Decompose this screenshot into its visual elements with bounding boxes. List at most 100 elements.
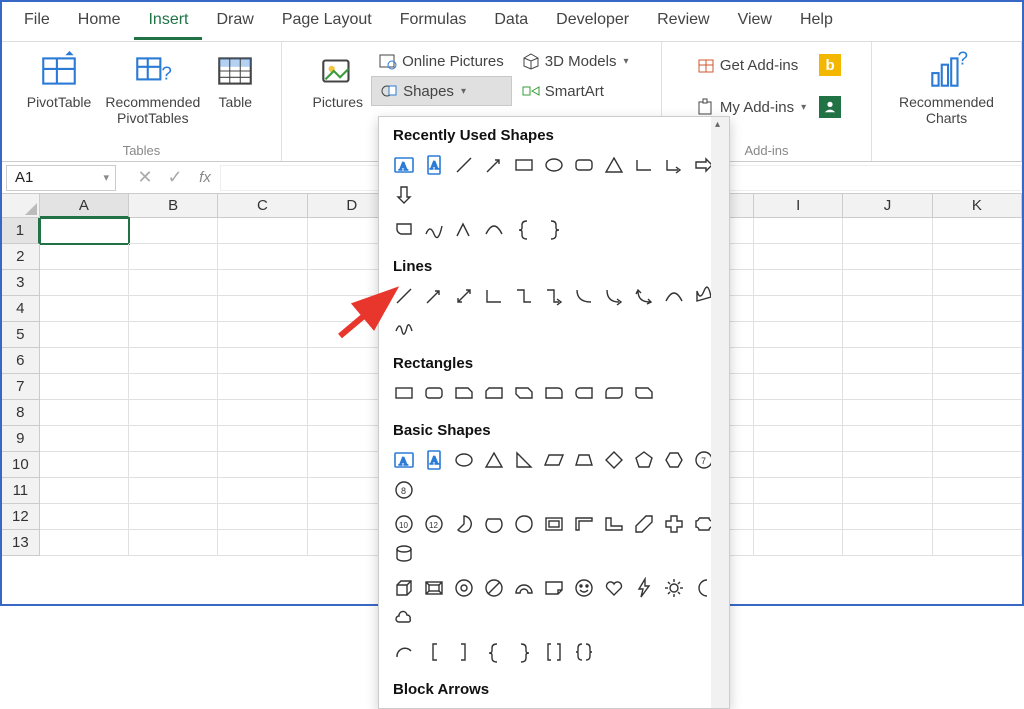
tab-data[interactable]: Data bbox=[480, 3, 542, 40]
cube-shape-icon[interactable] bbox=[391, 575, 417, 601]
curved-arrow-icon[interactable] bbox=[601, 283, 627, 309]
cell-K5[interactable] bbox=[933, 322, 1022, 348]
cell-B1[interactable] bbox=[129, 218, 218, 244]
cell-B10[interactable] bbox=[129, 452, 218, 478]
heart-icon[interactable] bbox=[601, 575, 627, 601]
3d-models-button[interactable]: 3D Models▾ bbox=[514, 46, 637, 76]
cell-B13[interactable] bbox=[129, 530, 218, 556]
donut-icon[interactable] bbox=[451, 575, 477, 601]
row-header-2[interactable]: 2 bbox=[2, 244, 40, 270]
cell-K3[interactable] bbox=[933, 270, 1022, 296]
can-icon[interactable] bbox=[391, 541, 417, 567]
line-arrow-icon[interactable] bbox=[421, 283, 447, 309]
pentagon-icon[interactable] bbox=[631, 447, 657, 473]
flowchart-rect-icon[interactable] bbox=[391, 216, 417, 242]
cell-K11[interactable] bbox=[933, 478, 1022, 504]
tab-review[interactable]: Review bbox=[643, 3, 723, 40]
row-header-4[interactable]: 4 bbox=[2, 296, 40, 322]
scribble-icon[interactable] bbox=[421, 216, 447, 242]
cell-J13[interactable] bbox=[843, 530, 932, 556]
row-header-7[interactable]: 7 bbox=[2, 374, 40, 400]
curve-icon[interactable] bbox=[481, 216, 507, 242]
cell-J6[interactable] bbox=[843, 348, 932, 374]
cell-J2[interactable] bbox=[843, 244, 932, 270]
cell-I2[interactable] bbox=[754, 244, 843, 270]
cell-C1[interactable] bbox=[218, 218, 307, 244]
rect-round1-icon[interactable] bbox=[541, 380, 567, 406]
cell-B4[interactable] bbox=[129, 296, 218, 322]
cell-I7[interactable] bbox=[754, 374, 843, 400]
cell-A4[interactable] bbox=[40, 296, 129, 322]
triangle-icon[interactable] bbox=[601, 152, 627, 178]
smiley-icon[interactable] bbox=[571, 575, 597, 601]
pie-icon[interactable] bbox=[451, 511, 477, 537]
cell-K9[interactable] bbox=[933, 426, 1022, 452]
cell-A5[interactable] bbox=[40, 322, 129, 348]
dodecagon-icon[interactable]: 12 bbox=[421, 511, 447, 537]
cell-K1[interactable] bbox=[933, 218, 1022, 244]
cell-K2[interactable] bbox=[933, 244, 1022, 270]
left-brace-icon[interactable] bbox=[511, 216, 537, 242]
rect-1-icon[interactable] bbox=[391, 380, 417, 406]
cell-I3[interactable] bbox=[754, 270, 843, 296]
name-box[interactable]: A1 bbox=[6, 165, 116, 191]
tab-view[interactable]: View bbox=[724, 3, 786, 40]
panel-scrollbar[interactable] bbox=[711, 117, 729, 708]
cell-K12[interactable] bbox=[933, 504, 1022, 530]
cell-J10[interactable] bbox=[843, 452, 932, 478]
elbow-connector-icon[interactable] bbox=[631, 152, 657, 178]
col-header-b[interactable]: B bbox=[129, 194, 218, 218]
tab-draw[interactable]: Draw bbox=[202, 3, 267, 40]
cell-J4[interactable] bbox=[843, 296, 932, 322]
rect-snip2-icon[interactable] bbox=[481, 380, 507, 406]
freeform-icon[interactable] bbox=[451, 216, 477, 242]
teardrop-icon[interactable] bbox=[511, 511, 537, 537]
cell-A6[interactable] bbox=[40, 348, 129, 374]
cell-I5[interactable] bbox=[754, 322, 843, 348]
accept-formula-button[interactable]: ✓ bbox=[160, 167, 190, 188]
cancel-formula-button[interactable]: ✕ bbox=[130, 167, 160, 188]
right-brace-icon[interactable] bbox=[541, 216, 567, 242]
lightning-icon[interactable] bbox=[631, 575, 657, 601]
cell-K7[interactable] bbox=[933, 374, 1022, 400]
cell-C8[interactable] bbox=[218, 400, 307, 426]
cell-J5[interactable] bbox=[843, 322, 932, 348]
cell-A1[interactable] bbox=[40, 218, 129, 244]
cell-J8[interactable] bbox=[843, 400, 932, 426]
cell-A3[interactable] bbox=[40, 270, 129, 296]
pictures-button[interactable]: Pictures bbox=[306, 46, 369, 114]
cell-C7[interactable] bbox=[218, 374, 307, 400]
chord-icon[interactable] bbox=[481, 511, 507, 537]
curved-connector-icon[interactable] bbox=[571, 283, 597, 309]
cell-I13[interactable] bbox=[754, 530, 843, 556]
right-triangle-icon[interactable] bbox=[511, 447, 537, 473]
tab-home[interactable]: Home bbox=[64, 3, 135, 40]
left-brace-2-icon[interactable] bbox=[481, 639, 507, 665]
elbow-arrow-2-icon[interactable] bbox=[541, 283, 567, 309]
curve-2-icon[interactable] bbox=[661, 283, 687, 309]
double-bracket-icon[interactable] bbox=[541, 639, 567, 665]
line-icon[interactable] bbox=[451, 152, 477, 178]
textbox-v2-icon[interactable]: A bbox=[421, 447, 447, 473]
row-header-9[interactable]: 9 bbox=[2, 426, 40, 452]
hexagon-icon[interactable] bbox=[661, 447, 687, 473]
textbox-h2-icon[interactable]: A bbox=[391, 447, 417, 473]
bing-addin-button[interactable]: b bbox=[816, 50, 844, 80]
cell-B7[interactable] bbox=[129, 374, 218, 400]
cell-B11[interactable] bbox=[129, 478, 218, 504]
fx-button[interactable]: fx bbox=[190, 169, 220, 186]
no-symbol-icon[interactable] bbox=[481, 575, 507, 601]
line-1-icon[interactable] bbox=[391, 283, 417, 309]
rect-snip-diag-icon[interactable] bbox=[511, 380, 537, 406]
tab-page-layout[interactable]: Page Layout bbox=[268, 3, 386, 40]
plus-icon[interactable] bbox=[661, 511, 687, 537]
right-bracket-icon[interactable] bbox=[451, 639, 477, 665]
elbow-2-icon[interactable] bbox=[511, 283, 537, 309]
down-arrow-icon[interactable] bbox=[391, 182, 417, 208]
row-header-10[interactable]: 10 bbox=[2, 452, 40, 478]
cell-I10[interactable] bbox=[754, 452, 843, 478]
diagonal-stripe-icon[interactable] bbox=[631, 511, 657, 537]
cell-J1[interactable] bbox=[843, 218, 932, 244]
cell-A7[interactable] bbox=[40, 374, 129, 400]
cloud-icon[interactable] bbox=[391, 605, 417, 631]
